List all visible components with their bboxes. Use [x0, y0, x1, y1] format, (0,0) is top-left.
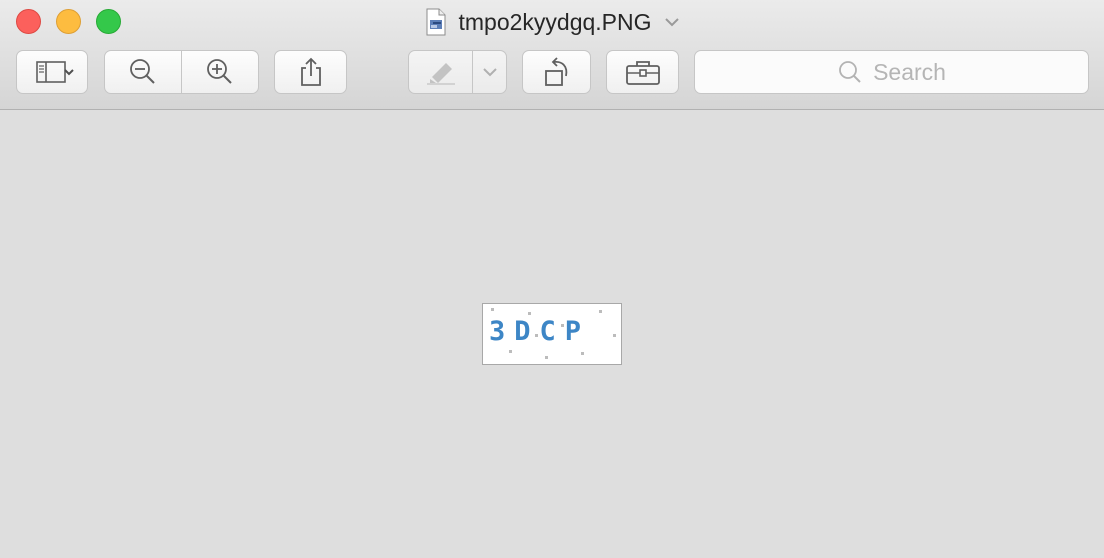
noise-dot [613, 334, 616, 337]
rotate-button[interactable] [522, 50, 591, 94]
markup-dropdown-button[interactable] [472, 50, 507, 94]
chevron-down-icon[interactable] [664, 16, 680, 28]
captcha-text: 3DCP [489, 316, 591, 347]
sidebar-toggle-button[interactable] [16, 50, 88, 94]
zoom-out-icon [130, 59, 155, 84]
search-field[interactable]: Search [694, 50, 1089, 94]
highlighter-icon [426, 63, 455, 85]
noise-dot [528, 312, 531, 315]
noise-dot [509, 350, 512, 353]
search-icon [839, 61, 861, 83]
window-title-area: tmpo2kyydgq.PNG [0, 6, 1104, 38]
sidebar-icon [36, 61, 74, 83]
noise-dot [491, 308, 494, 311]
window-title: tmpo2kyydgq.PNG [458, 9, 652, 35]
rotate-left-icon [544, 57, 567, 86]
noise-dot [599, 310, 602, 313]
captcha-image: 3DCP [482, 303, 622, 365]
markup-button[interactable] [408, 50, 473, 94]
toolbox-button[interactable] [606, 50, 679, 94]
preview-window: tmpo2kyydgq.PNG Search 3DCP [0, 0, 1104, 558]
zoom-in-icon [207, 59, 232, 84]
png-document-icon [426, 8, 446, 36]
search-placeholder: Search [873, 58, 946, 85]
noise-dot [581, 352, 584, 355]
zoom-out-button[interactable] [104, 50, 182, 94]
zoom-in-button[interactable] [181, 50, 259, 94]
title-bar: tmpo2kyydgq.PNG Search [0, 0, 1104, 110]
toolbox-icon [625, 61, 660, 85]
noise-dot [545, 356, 548, 359]
chevron-down-icon [482, 68, 497, 77]
share-icon [300, 57, 321, 86]
share-button[interactable] [274, 50, 347, 94]
document-view: 3DCP [0, 110, 1104, 558]
